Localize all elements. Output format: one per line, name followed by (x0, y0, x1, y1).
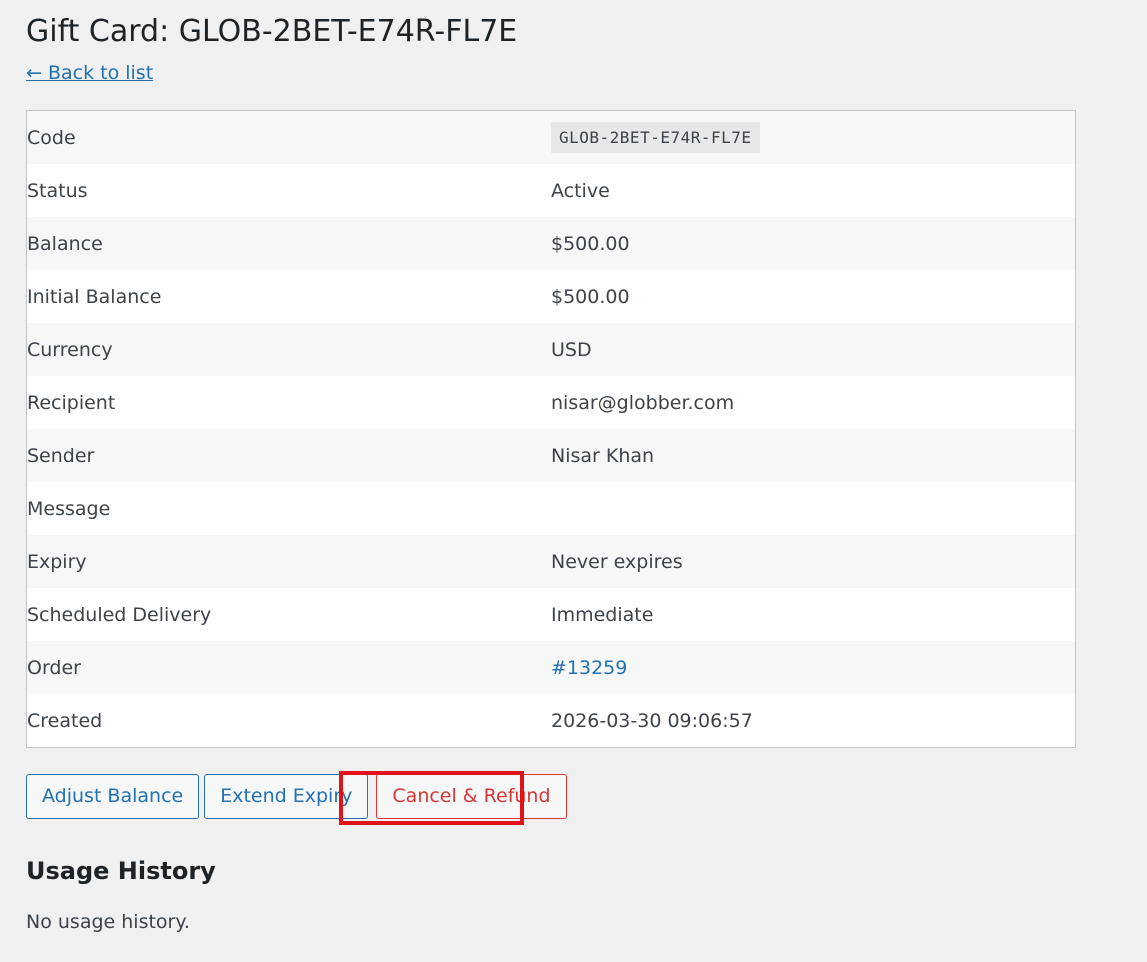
sender-value: Nisar Khan (551, 429, 1075, 482)
scheduled-delivery-value: Immediate (551, 588, 1075, 641)
gift-card-details-table: Code GLOB-2BET-E74R-FL7E Status Active B… (26, 110, 1076, 748)
detail-label: Expiry (27, 535, 551, 588)
cancel-refund-button[interactable]: Cancel & Refund (376, 774, 567, 819)
extend-expiry-button[interactable]: Extend Expiry (204, 774, 369, 819)
detail-label: Code (27, 111, 551, 164)
detail-label: Recipient (27, 376, 551, 429)
order-link[interactable]: #13259 (551, 657, 627, 679)
gift-card-actions: Adjust Balance Extend Expiry Cancel & Re… (26, 774, 572, 819)
detail-label: Message (27, 482, 551, 535)
detail-row-balance: Balance $500.00 (27, 217, 1075, 270)
recipient-value: nisar@globber.com (551, 376, 1075, 429)
message-value (551, 482, 1075, 535)
detail-label: Created (27, 694, 551, 747)
currency-value: USD (551, 323, 1075, 376)
detail-row-scheduled-delivery: Scheduled Delivery Immediate (27, 588, 1075, 641)
detail-row-recipient: Recipient nisar@globber.com (27, 376, 1075, 429)
detail-row-status: Status Active (27, 164, 1075, 217)
detail-row-initial-balance: Initial Balance $500.00 (27, 270, 1075, 323)
detail-row-code: Code GLOB-2BET-E74R-FL7E (27, 111, 1075, 164)
detail-label: Currency (27, 323, 551, 376)
status-value: Active (551, 164, 1075, 217)
detail-label: Scheduled Delivery (27, 588, 551, 641)
adjust-balance-button[interactable]: Adjust Balance (26, 774, 200, 819)
back-to-list-link[interactable]: ← Back to list (26, 61, 153, 85)
usage-history-title: Usage History (26, 857, 216, 885)
detail-row-created: Created 2026-03-30 09:06:57 (27, 694, 1075, 747)
detail-row-currency: Currency USD (27, 323, 1075, 376)
detail-row-message: Message (27, 482, 1075, 535)
detail-label: Order (27, 641, 551, 694)
balance-value: $500.00 (551, 217, 1075, 270)
detail-label: Balance (27, 217, 551, 270)
initial-balance-value: $500.00 (551, 270, 1075, 323)
detail-row-expiry: Expiry Never expires (27, 535, 1075, 588)
detail-label: Status (27, 164, 551, 217)
created-value: 2026-03-30 09:06:57 (551, 694, 1075, 747)
expiry-value: Never expires (551, 535, 1075, 588)
detail-row-sender: Sender Nisar Khan (27, 429, 1075, 482)
usage-history-empty: No usage history. (26, 911, 190, 933)
detail-row-order: Order #13259 (27, 641, 1075, 694)
detail-label: Initial Balance (27, 270, 551, 323)
gift-card-code: GLOB-2BET-E74R-FL7E (551, 122, 760, 153)
detail-label: Sender (27, 429, 551, 482)
page-title: Gift Card: GLOB-2BET-E74R-FL7E (26, 14, 518, 49)
